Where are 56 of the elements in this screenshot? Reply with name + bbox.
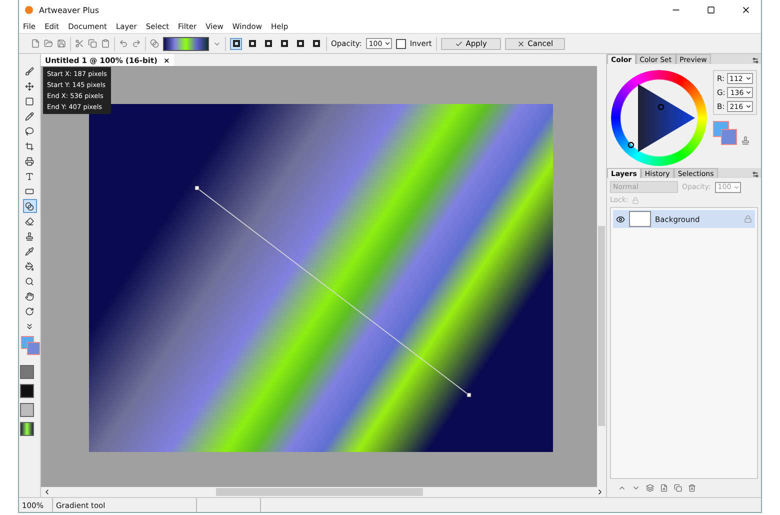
scroll-left-icon[interactable]	[43, 488, 51, 496]
stamp-icon[interactable]	[25, 232, 34, 240]
hand-icon[interactable]	[25, 292, 34, 300]
delete-icon[interactable]	[688, 484, 696, 492]
lasso-icon[interactable]	[25, 126, 34, 136]
select-icon[interactable]	[25, 96, 34, 106]
crop-icon[interactable]	[25, 142, 34, 150]
new-file-icon[interactable]	[31, 39, 40, 48]
cut-icon[interactable]	[75, 39, 84, 48]
paper-preset-button[interactable]	[20, 384, 34, 398]
color-swatches[interactable]	[713, 121, 737, 145]
new-layer-icon[interactable]	[660, 484, 668, 492]
cross-icon	[516, 40, 525, 48]
maximize-icon[interactable]	[707, 6, 715, 14]
gradient-preset-swatch[interactable]	[163, 36, 209, 50]
rotate-icon[interactable]	[25, 306, 34, 316]
check-icon	[454, 40, 463, 48]
scroll-right-icon[interactable]	[596, 488, 604, 496]
layers-icon[interactable]	[646, 484, 654, 492]
panel-menu-icon[interactable]	[752, 57, 759, 64]
pattern-preset-button[interactable]	[20, 403, 34, 417]
layer-thumbnail	[629, 211, 651, 227]
redo-icon[interactable]	[132, 39, 141, 48]
text-icon[interactable]	[25, 172, 34, 180]
eraser-icon[interactable]	[25, 216, 34, 226]
zoom-icon[interactable]	[25, 276, 34, 286]
shape-icon[interactable]	[25, 186, 34, 196]
gradient-mode-button[interactable]	[230, 38, 242, 50]
gradient-guide-line[interactable]	[194, 186, 472, 398]
move-icon[interactable]	[25, 82, 34, 90]
gradient-mode-button[interactable]	[246, 38, 258, 50]
invert-checkbox[interactable]	[396, 38, 406, 48]
pencil-icon[interactable]	[25, 112, 34, 120]
close-icon[interactable]	[741, 5, 751, 15]
window-title: Artweaver Plus	[39, 6, 100, 14]
dropper-icon[interactable]	[25, 246, 34, 256]
open-icon[interactable]	[44, 39, 53, 48]
lock-icon	[744, 215, 752, 223]
brush-icon[interactable]	[25, 66, 34, 76]
undo-icon[interactable]	[119, 39, 128, 48]
copy-layer-icon[interactable]	[674, 484, 682, 492]
gradient-mode-button[interactable]	[294, 38, 306, 50]
fill-icon[interactable]	[25, 262, 34, 270]
paste-icon[interactable]	[101, 39, 110, 48]
gradient-preset-button[interactable]	[20, 422, 34, 436]
panel-menu-icon[interactable]	[752, 171, 759, 178]
visibility-eye-icon[interactable]	[616, 214, 625, 224]
copy-icon[interactable]	[88, 39, 97, 48]
app-logo-icon	[24, 5, 34, 15]
gradient-mode-button[interactable]	[262, 38, 274, 50]
save-icon[interactable]	[57, 39, 66, 48]
move-up-icon[interactable]	[618, 484, 626, 492]
color-swatches[interactable]	[20, 336, 38, 354]
gradient-mode-button[interactable]	[310, 38, 322, 50]
gradient-mode-button[interactable]	[278, 38, 290, 50]
move-down-icon[interactable]	[632, 484, 640, 492]
